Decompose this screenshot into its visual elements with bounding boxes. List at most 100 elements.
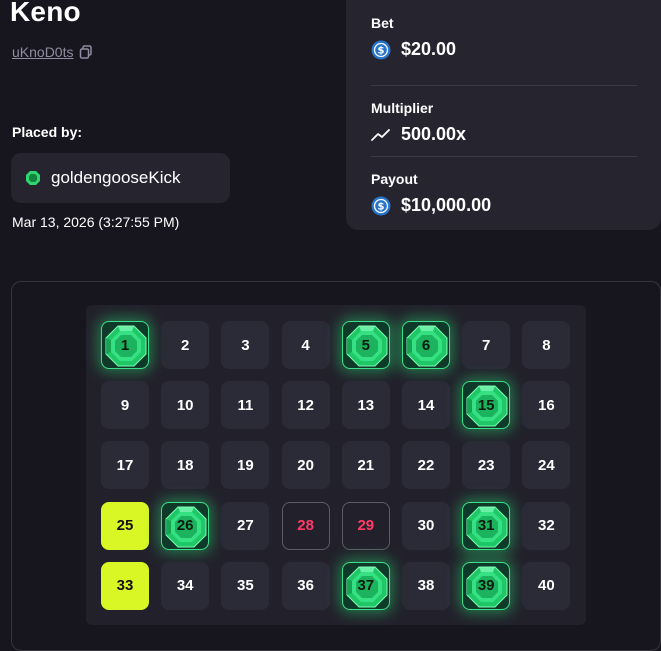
keno-tile-7[interactable]: 7 — [462, 321, 511, 369]
tile-number: 10 — [176, 396, 194, 414]
keno-board: 1 2 3 4 5 6 7 8 9 10 11 12 13 14 15 16 17 18 19 20 21 22 23 24 2… — [86, 305, 586, 625]
bet-label: Bet — [371, 15, 394, 31]
keno-tile-32[interactable]: 32 — [522, 501, 571, 550]
tile-number: 31 — [477, 517, 495, 535]
keno-tile-13[interactable]: 13 — [341, 381, 390, 430]
payout-stat: Payout $ $10,000.00 — [371, 157, 637, 228]
tile-number: 40 — [538, 577, 555, 595]
keno-tile-24[interactable]: 24 — [522, 441, 571, 490]
keno-tile-15[interactable]: 15 — [462, 381, 511, 430]
usdc-coin-icon: $ — [371, 196, 391, 215]
tile-number: 23 — [477, 456, 495, 474]
tile-number: 32 — [538, 517, 555, 535]
keno-tile-22[interactable]: 22 — [402, 441, 450, 490]
keno-tile-3[interactable]: 3 — [221, 321, 270, 369]
bet-details-page: Keno uKnoD0ts Placed by: goldengooseKick… — [0, 0, 661, 651]
keno-tile-1[interactable]: 1 — [101, 321, 149, 369]
tile-number: 27 — [237, 517, 254, 535]
tile-number: 1 — [120, 336, 130, 354]
keno-tile-18[interactable]: 18 — [161, 441, 210, 490]
tile-number: 29 — [357, 517, 375, 535]
tile-number: 7 — [482, 336, 491, 354]
tile-number: 11 — [237, 396, 254, 414]
usdc-coin-icon: $ — [371, 40, 391, 59]
keno-tile-38[interactable]: 38 — [402, 561, 450, 610]
tile-number: 3 — [241, 336, 250, 354]
tile-number: 9 — [120, 396, 130, 414]
keno-tile-4[interactable]: 4 — [281, 321, 330, 369]
game-id-link[interactable]: uKnoD0ts — [12, 44, 73, 60]
payout-label: Payout — [371, 171, 418, 187]
keno-tile-36[interactable]: 36 — [281, 561, 330, 610]
tile-number: 4 — [301, 336, 310, 354]
copy-icon[interactable] — [79, 45, 93, 59]
page-title: Keno — [10, 0, 81, 27]
keno-tile-8[interactable]: 8 — [522, 321, 571, 369]
keno-tile-2[interactable]: 2 — [161, 321, 210, 369]
tile-number: 13 — [357, 396, 375, 414]
bet-value: $20.00 — [401, 39, 457, 59]
keno-tile-12[interactable]: 12 — [281, 381, 330, 430]
keno-tile-6[interactable]: 6 — [402, 321, 450, 369]
tile-number: 28 — [297, 517, 314, 535]
placed-by-label: Placed by: — [12, 124, 83, 140]
tile-number: 6 — [421, 336, 431, 354]
green-gem-icon — [26, 171, 40, 185]
tile-number: 39 — [477, 577, 495, 595]
keno-tile-33[interactable]: 33 — [101, 561, 149, 610]
trend-up-icon — [371, 128, 390, 141]
keno-tile-14[interactable]: 14 — [402, 381, 450, 430]
keno-tile-40[interactable]: 40 — [522, 561, 571, 610]
keno-tile-5[interactable]: 5 — [341, 321, 390, 369]
keno-tile-39[interactable]: 39 — [462, 561, 511, 610]
stats-card: Bet $ $20.00 Multiplier 500.00x Payout $… — [346, 0, 661, 230]
tile-number: 17 — [116, 456, 134, 474]
tile-number: 36 — [297, 577, 314, 595]
keno-tile-17[interactable]: 17 — [101, 441, 149, 490]
multiplier-value: 500.00x — [401, 124, 467, 144]
tile-number: 21 — [357, 456, 375, 474]
multiplier-stat: Multiplier 500.00x — [371, 86, 637, 157]
keno-tile-25[interactable]: 25 — [101, 501, 149, 550]
keno-tile-37[interactable]: 37 — [341, 561, 390, 610]
tile-number: 15 — [477, 396, 495, 414]
keno-tile-9[interactable]: 9 — [101, 381, 149, 430]
tile-number: 16 — [538, 396, 555, 414]
keno-tile-30[interactable]: 30 — [402, 501, 450, 550]
tile-number: 14 — [417, 396, 435, 414]
tile-number: 35 — [237, 577, 254, 595]
keno-tile-16[interactable]: 16 — [522, 381, 571, 430]
game-id-row: uKnoD0ts — [12, 44, 93, 60]
tile-number: 30 — [417, 517, 435, 535]
tile-number: 22 — [417, 456, 435, 474]
keno-tile-29[interactable]: 29 — [341, 501, 390, 550]
keno-tile-31[interactable]: 31 — [462, 501, 511, 550]
tile-number: 34 — [176, 577, 194, 595]
multiplier-label: Multiplier — [371, 100, 434, 116]
tile-number: 19 — [237, 456, 254, 474]
tile-number: 25 — [116, 517, 134, 535]
keno-tile-35[interactable]: 35 — [221, 561, 270, 610]
tile-number: 33 — [116, 577, 134, 595]
payout-value: $10,000.00 — [401, 195, 492, 215]
keno-tile-27[interactable]: 27 — [221, 501, 270, 550]
user-name: goldengooseKick — [51, 168, 181, 187]
keno-tile-19[interactable]: 19 — [221, 441, 270, 490]
keno-tile-10[interactable]: 10 — [161, 381, 210, 430]
keno-tile-11[interactable]: 11 — [221, 381, 270, 430]
keno-tile-21[interactable]: 21 — [341, 441, 390, 490]
tile-number: 18 — [176, 456, 194, 474]
tile-number: 20 — [297, 456, 314, 474]
keno-tile-20[interactable]: 20 — [281, 441, 330, 490]
user-chip[interactable]: goldengooseKick — [11, 153, 230, 203]
keno-tile-26[interactable]: 26 — [161, 501, 210, 550]
tile-number: 26 — [176, 517, 194, 535]
svg-text:$: $ — [378, 45, 385, 56]
tile-number: 24 — [538, 456, 555, 474]
keno-tile-28[interactable]: 28 — [281, 501, 330, 550]
placed-date: Mar 13, 2026 (3:27:55 PM) — [12, 214, 180, 230]
keno-tile-23[interactable]: 23 — [462, 441, 511, 490]
tile-number: 8 — [542, 336, 551, 354]
tile-number: 37 — [357, 577, 375, 595]
keno-tile-34[interactable]: 34 — [161, 561, 210, 610]
